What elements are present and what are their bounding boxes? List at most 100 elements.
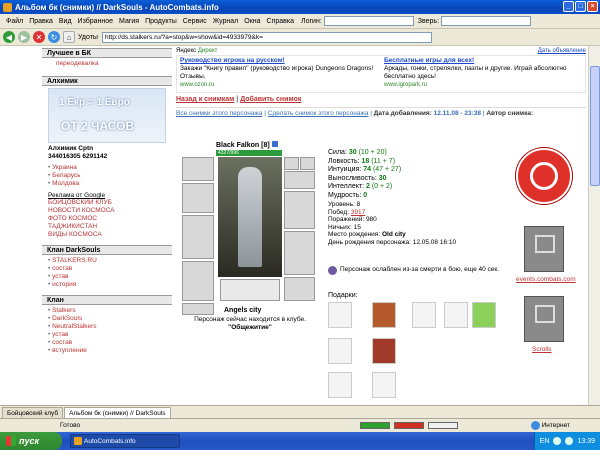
slot-armor[interactable]: [182, 261, 214, 301]
alchemist-names[interactable]: Алхимик Cptn: [42, 145, 172, 153]
gift-item[interactable]: [328, 338, 352, 364]
volume-icon[interactable]: [565, 437, 574, 445]
character-avatar[interactable]: [218, 157, 282, 277]
reload-button[interactable]: ↻: [48, 31, 60, 43]
country-list: Украина Беларусь Молдова: [42, 164, 172, 188]
vertical-scrollbar[interactable]: [588, 46, 600, 405]
task-label: AutoCombats.info: [84, 437, 136, 445]
start-button[interactable]: пуск: [0, 432, 62, 450]
ad-2-url[interactable]: www.igropark.ru: [384, 81, 582, 89]
events-link[interactable]: events.combats.com: [516, 276, 576, 283]
info-wins-value[interactable]: 3917: [351, 209, 365, 216]
lion-badge-icon[interactable]: [516, 148, 572, 204]
events-banner-icon[interactable]: [524, 226, 564, 272]
ad-2-title[interactable]: Бесплатные игры для всех!: [384, 57, 582, 65]
security-zone: Интернет: [530, 421, 570, 430]
clock[interactable]: 13:39: [577, 438, 595, 445]
taskbar-item-browser[interactable]: AutoCombats.info: [70, 434, 180, 448]
scroll-thumb[interactable]: [590, 66, 600, 186]
menu-journal[interactable]: Журнал: [210, 18, 242, 25]
menu-service[interactable]: Сервис: [180, 18, 210, 25]
slot-ring-1[interactable]: [284, 157, 299, 170]
best-item-link[interactable]: переодевалка: [42, 60, 172, 68]
clan2-link-join[interactable]: вступление: [48, 347, 172, 355]
clan-link-members[interactable]: состав: [48, 265, 172, 273]
clan-link-charter[interactable]: устав: [48, 273, 172, 281]
google-link-2[interactable]: НОВОСТИ КОСМОСА: [42, 207, 172, 215]
menu-magic[interactable]: Магия: [116, 18, 142, 25]
make-snapshot-link[interactable]: Сделать снимок этого персонажа: [268, 110, 369, 117]
gift-item[interactable]: [372, 302, 396, 328]
clan2-link-stalkers[interactable]: Stalkers: [48, 307, 172, 315]
all-snapshots-link[interactable]: Все снимки этого персонажа: [176, 110, 262, 117]
clan2-link-charter[interactable]: устав: [48, 331, 172, 339]
slot-amulet[interactable]: [182, 183, 214, 213]
login-input[interactable]: [323, 16, 414, 26]
clan2-link-members[interactable]: состав: [48, 339, 172, 347]
scrolls-link[interactable]: Scrolls: [532, 346, 552, 353]
slot-boots[interactable]: [284, 277, 315, 301]
slot-helmet[interactable]: [182, 157, 214, 181]
clan-link-history[interactable]: история: [48, 281, 172, 289]
clan-name[interactable]: Angels city: [224, 307, 261, 314]
clan-link-site[interactable]: STALKERS.RU: [48, 257, 172, 265]
character-name[interactable]: Black Falkon [8]: [216, 141, 278, 149]
gift-item[interactable]: [372, 338, 396, 364]
google-link-3[interactable]: ФОТО КОСМОС: [42, 215, 172, 223]
slot-ring-2[interactable]: [300, 157, 315, 170]
close-button[interactable]: ×: [587, 1, 598, 12]
forward-button[interactable]: ▶: [18, 31, 30, 43]
country-moldova[interactable]: Молдова: [48, 180, 172, 188]
google-link-5[interactable]: ВИДЫ КОСМОСА: [42, 231, 172, 239]
country-belarus[interactable]: Беларусь: [48, 172, 172, 180]
ad-1[interactable]: Руководство игрока на русском! Закажи "К…: [177, 56, 381, 92]
country-ukraine[interactable]: Украина: [48, 164, 172, 172]
gift-item[interactable]: [372, 372, 396, 398]
menu-edit[interactable]: Правка: [26, 18, 56, 25]
info-icon[interactable]: [271, 141, 278, 147]
menu-help[interactable]: Справка: [264, 18, 297, 25]
menu-products[interactable]: Продукты: [142, 18, 180, 25]
google-link-4[interactable]: ТАДЖИКИСТАН: [42, 223, 172, 231]
network-icon[interactable]: [553, 437, 562, 445]
tab-fight-club[interactable]: Бойцовский клуб: [2, 407, 64, 418]
back-to-snapshots-link[interactable]: Назад к снимкам: [176, 96, 234, 103]
clan2-link-darksouls[interactable]: DarkSouls: [48, 315, 172, 323]
slot-shield[interactable]: [284, 191, 315, 229]
ad-2[interactable]: Бесплатные игры для всех! Аркады, гонки,…: [381, 56, 585, 92]
date-label: Дата добавления:: [373, 110, 432, 117]
home-button[interactable]: ⌂: [63, 31, 75, 43]
clan2-link-neutral[interactable]: NeutralStalkers: [48, 323, 172, 331]
stop-button[interactable]: ✕: [33, 31, 45, 43]
slot-gloves[interactable]: [284, 171, 315, 189]
google-ads-title[interactable]: Реклама от Google: [42, 192, 172, 199]
beast-input[interactable]: [441, 16, 532, 26]
gift-item[interactable]: [472, 302, 496, 328]
slot-belt[interactable]: [182, 303, 214, 315]
maximize-button[interactable]: □: [575, 1, 586, 12]
google-link-1[interactable]: БОЙЦОВСКИЙ КЛУБ: [42, 199, 172, 207]
gift-item[interactable]: [328, 372, 352, 398]
scrolls-banner-icon[interactable]: [524, 296, 564, 342]
menu-file[interactable]: Файл: [3, 18, 26, 25]
ad-1-title[interactable]: Руководство игрока на русском!: [180, 57, 378, 65]
post-ad-link[interactable]: Дать объявление: [538, 48, 586, 55]
slot-weapon[interactable]: [182, 215, 214, 259]
menu-view[interactable]: Вид: [56, 18, 75, 25]
alchemist-banner[interactable]: 1 Екр = 1 Евро ОТ 2 ЧАСОВ: [48, 88, 166, 143]
menu-windows[interactable]: Окна: [241, 18, 263, 25]
language-indicator[interactable]: EN: [540, 438, 550, 445]
tab-album[interactable]: Альбом бк (снимки) // DarkSouls: [64, 407, 171, 418]
gift-item[interactable]: [328, 302, 352, 328]
add-snapshot-link[interactable]: Добавить снимок: [240, 96, 301, 103]
gift-item[interactable]: [412, 302, 436, 328]
ad-1-url[interactable]: www.ozon.ru: [180, 81, 378, 89]
menu-favorites[interactable]: Избранное: [75, 18, 116, 25]
address-bar[interactable]: http://ds.stalkers.ru/?a=stop&w=show&id=…: [101, 31, 432, 43]
tools-label[interactable]: Удоты: [78, 34, 98, 41]
minimize-button[interactable]: _: [563, 1, 574, 12]
gift-item[interactable]: [444, 302, 468, 328]
slot-legs[interactable]: [284, 231, 315, 275]
globe-icon: [530, 421, 540, 430]
back-button[interactable]: ◀: [3, 31, 15, 43]
